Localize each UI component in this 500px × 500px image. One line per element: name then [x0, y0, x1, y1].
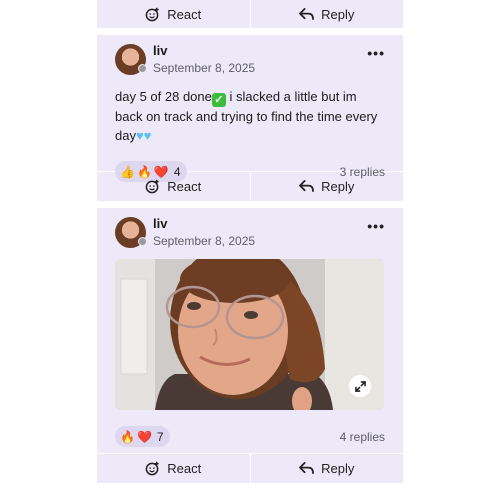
post-actions: React Reply [97, 171, 403, 201]
react-label: React [167, 6, 202, 22]
smiley-plus-icon [145, 461, 160, 476]
react-label: React [167, 461, 202, 476]
react-button[interactable]: React [97, 454, 250, 483]
status-dot [138, 64, 147, 73]
reaction-emoji: 🔥 [120, 429, 135, 444]
author-name[interactable]: liv [153, 216, 255, 232]
reaction-count: 7 [156, 429, 164, 444]
post-text-part: day 5 of 28 done [115, 89, 212, 104]
smiley-plus-icon [145, 7, 160, 22]
selfie-image [115, 259, 384, 410]
post-photo[interactable] [115, 259, 384, 410]
check-emoji: ✓ [211, 93, 226, 107]
divider [97, 28, 403, 35]
reply-button[interactable]: Reply [249, 454, 404, 483]
post-actions: React Reply [97, 453, 403, 483]
reply-label: Reply [321, 6, 355, 22]
smiley-plus-icon [145, 179, 160, 194]
react-button[interactable]: React [97, 172, 250, 201]
divider [97, 201, 403, 208]
react-button[interactable]: React [97, 0, 250, 28]
prev-post-actions: React Reply [97, 0, 403, 28]
post-date: September 8, 2025 [153, 234, 256, 248]
reply-label: Reply [321, 461, 355, 476]
reply-label: Reply [321, 179, 355, 194]
post-header: liv September 8, 2025 ••• [115, 208, 385, 258]
avatar[interactable] [115, 44, 147, 75]
post-date: September 8, 2025 [153, 61, 256, 75]
reply-button[interactable]: Reply [249, 0, 404, 28]
status-dot [138, 237, 147, 246]
reactions-pill[interactable]: 🔥 ❤️ 7 [115, 426, 170, 447]
post-card: liv September 8, 2025 ••• day 5 of 28 do… [97, 35, 403, 201]
post-text: day 5 of 28 done ✓ i slacked a little but… [115, 85, 385, 145]
post-header: liv September 8, 2025 ••• [115, 35, 385, 85]
react-label: React [167, 179, 202, 194]
replies-link[interactable]: 4 replies [340, 430, 385, 444]
reply-button[interactable]: Reply [249, 172, 404, 201]
post-card: liv September 8, 2025 ••• 🔥 ❤️ 7 4 repli… [97, 208, 403, 483]
reply-arrow-icon [299, 180, 315, 193]
more-dots-icon[interactable]: ••• [367, 218, 385, 234]
author-name[interactable]: liv [153, 43, 255, 59]
more-dots-icon[interactable]: ••• [367, 45, 385, 61]
post-footer: 🔥 ❤️ 7 4 replies [115, 426, 385, 447]
avatar[interactable] [115, 217, 147, 248]
feed: React Reply liv September 8, 2025 ••• da… [97, 0, 403, 483]
reply-arrow-icon [299, 7, 315, 21]
expand-arrows-icon[interactable] [349, 375, 371, 397]
blue-heart-emoji: ♥♥ [135, 128, 152, 143]
reaction-emoji: ❤️ [136, 429, 152, 444]
reply-arrow-icon [299, 462, 315, 475]
